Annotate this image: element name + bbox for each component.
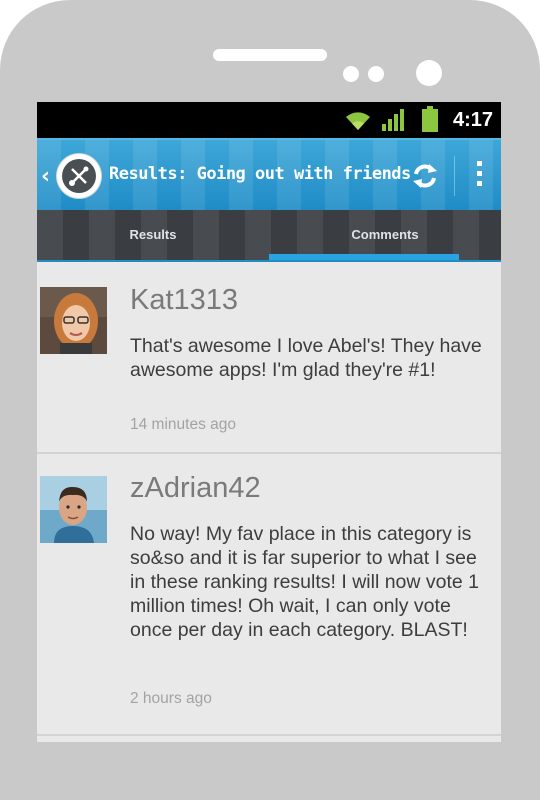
- tab-comments[interactable]: Comments: [269, 210, 501, 260]
- selected-tab-indicator: [269, 254, 459, 260]
- page-title: Results: Going out with friends: [109, 164, 411, 184]
- list-item[interactable]: Kat1313 That's awesome I love Abel's! Th…: [37, 262, 501, 454]
- comment-text: That's awesome I love Abel's! They have …: [130, 335, 482, 381]
- action-bar: ‹ Results: Going out with friends: [37, 138, 501, 210]
- list-item[interactable]: zAdrian42 No way! My fav place in this c…: [37, 454, 501, 736]
- phone-frame: 4:17 ‹ Results: Going out with friends R…: [0, 0, 540, 800]
- back-icon[interactable]: ‹: [41, 164, 50, 189]
- status-bar: 4:17: [37, 102, 501, 138]
- battery-icon: [422, 106, 438, 132]
- tab-bar: Results Comments: [37, 210, 501, 262]
- screen: 4:17 ‹ Results: Going out with friends R…: [37, 102, 501, 742]
- sensor-dot: [343, 66, 359, 82]
- speaker-grille: [213, 49, 327, 61]
- overflow-menu-icon[interactable]: [473, 161, 485, 191]
- status-clock: 4:17: [452, 109, 493, 131]
- wifi-icon: [346, 112, 370, 130]
- app-logo-inner: [62, 159, 96, 193]
- sensor-dot: [368, 66, 384, 82]
- avatar: [40, 476, 107, 543]
- refresh-icon[interactable]: [409, 160, 441, 192]
- comment-timestamp: 14 minutes ago: [130, 416, 236, 433]
- avatar: [40, 287, 107, 354]
- comment-username[interactable]: zAdrian42: [130, 472, 261, 505]
- comment-username[interactable]: Kat1313: [130, 284, 238, 317]
- comments-list: Kat1313 That's awesome I love Abel's! Th…: [37, 262, 501, 736]
- comment-text: No way! My fav place in this category is…: [130, 523, 480, 641]
- app-logo-icon[interactable]: [57, 154, 101, 198]
- action-bar-divider: [454, 156, 455, 196]
- front-camera: [416, 60, 442, 86]
- tab-results[interactable]: Results: [37, 210, 269, 260]
- comment-timestamp: 2 hours ago: [130, 690, 212, 707]
- signal-icon: [382, 109, 404, 131]
- tools-icon: [69, 166, 89, 186]
